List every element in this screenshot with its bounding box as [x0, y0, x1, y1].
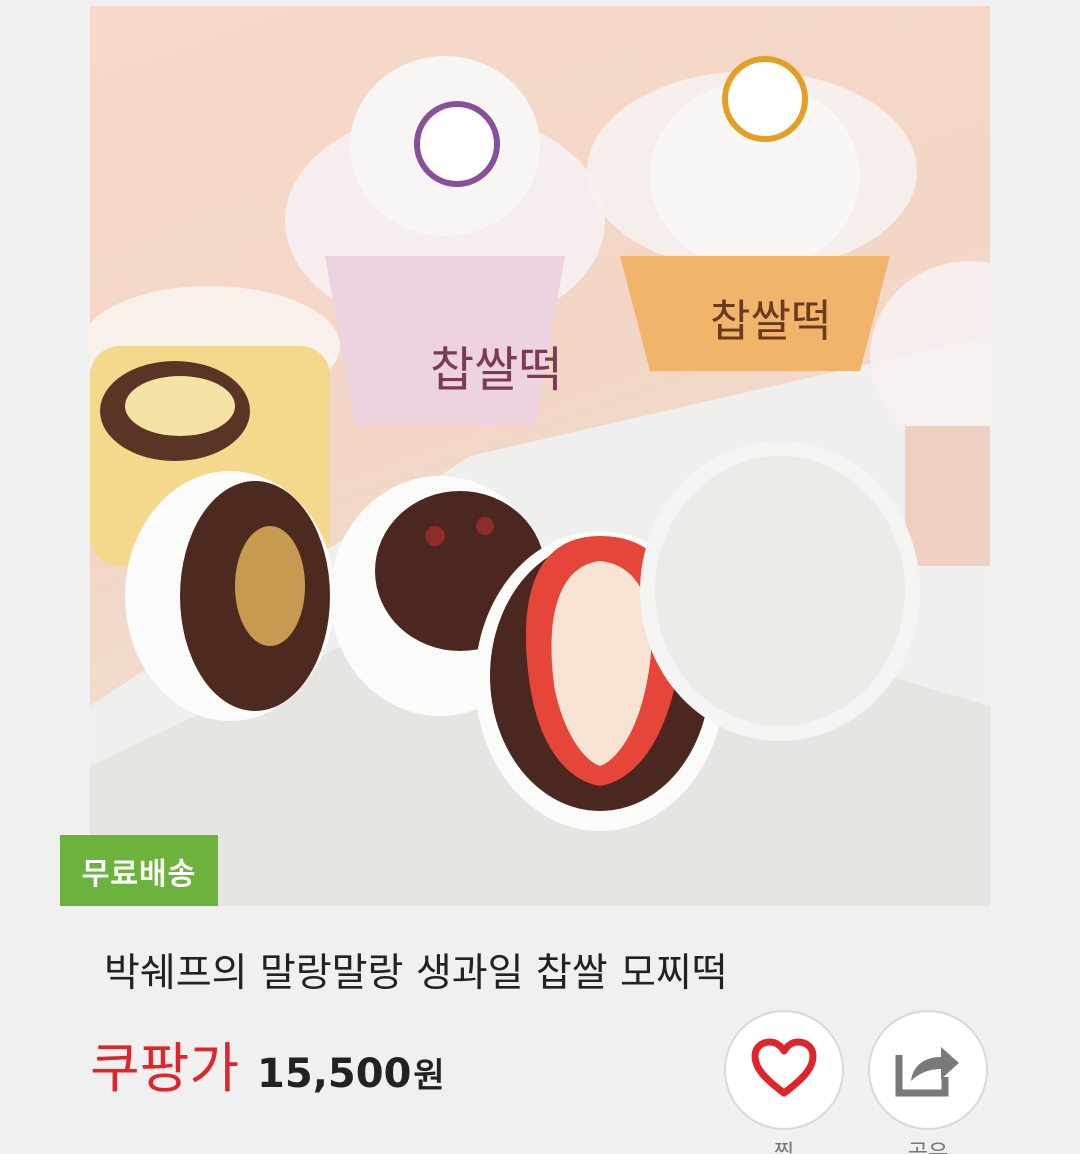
svg-text:찹쌀떡: 찹쌀떡	[710, 296, 831, 347]
price-value: 15,500	[257, 1051, 412, 1097]
share-icon	[893, 1037, 963, 1103]
svg-text:찹쌀떡: 찹쌀떡	[430, 342, 562, 398]
product-image[interactable]: 찹쌀떡 찹쌀떡	[90, 6, 990, 906]
mochi-photo: 찹쌀떡 찹쌀떡	[90, 56, 990, 906]
share-button[interactable]	[868, 1010, 988, 1130]
product-info: 박쉐프의 말랑말랑 생과일 찹쌀 모찌떡 쿠팡가 15,500 원 찜 공유	[0, 906, 1080, 1154]
product-page: 찹쌀떡 찹쌀떡 무료배송 박쉐프의 말랑말랑 생과일 찹쌀 모찌떡 쿠팡가 15…	[0, 0, 1080, 1154]
price-label: 쿠팡가	[90, 1037, 240, 1100]
like-label: 찜	[773, 1141, 795, 1154]
share-label: 공유	[907, 1141, 949, 1154]
price-row: 쿠팡가 15,500 원	[90, 1024, 445, 1103]
product-title: 박쉐프의 말랑말랑 생과일 찹쌀 모찌떡	[104, 951, 728, 996]
price-unit: 원	[413, 1056, 445, 1096]
heart-icon	[751, 1038, 817, 1102]
like-button[interactable]	[724, 1010, 844, 1130]
free-shipping-badge: 무료배송	[60, 835, 218, 907]
